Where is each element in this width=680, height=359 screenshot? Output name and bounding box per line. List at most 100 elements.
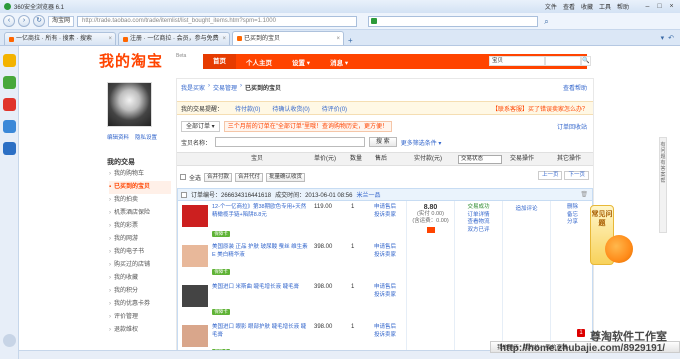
- nav-settings[interactable]: 设置 ▾: [282, 57, 320, 67]
- tab-list-icon[interactable]: ▾: [661, 34, 665, 42]
- refresh-icon[interactable]: ↻: [33, 15, 45, 27]
- search-icon[interactable]: ⌕: [541, 16, 552, 27]
- search-scope-select[interactable]: 宝贝: [489, 56, 545, 66]
- reminder-review[interactable]: 待评价(0): [322, 104, 347, 113]
- select-all-checkbox[interactable]: [180, 174, 186, 180]
- item-name-link[interactable]: 美国进口 眼影 眼部护肤 睫毛增长液 睫毛膏: [212, 324, 308, 339]
- item-name-link[interactable]: 美国原装 正品 护肤 玻尿酸 蚕丝 维生素E 美白精华液: [212, 244, 308, 259]
- breadcrumb-buyer[interactable]: 我是买家: [181, 83, 205, 92]
- apply-after-sale-link[interactable]: 申请售后: [374, 244, 398, 252]
- item-name-link[interactable]: 美国进口 米斯曲 睫毛增长液 睫毛膏: [212, 284, 308, 292]
- taobao-search-icon[interactable]: 🔍: [581, 56, 591, 66]
- tab-3-active[interactable]: 已买到的宝贝 ×: [232, 31, 344, 45]
- item-name-link[interactable]: 12-个一亿商拉》第38期欧色专用+天然精橄榄手链+陷阱8.8元: [212, 204, 308, 219]
- back-icon[interactable]: ‹: [3, 15, 15, 27]
- nav-messages[interactable]: 消息 ▾: [320, 57, 358, 67]
- menu-favorites[interactable]: 我的收藏: [109, 272, 171, 285]
- browser-search-input[interactable]: [368, 15, 539, 27]
- tab-close-icon[interactable]: ×: [108, 33, 112, 45]
- mascot-icon[interactable]: [605, 235, 633, 263]
- notification-count-badge[interactable]: 1: [577, 329, 585, 337]
- all-orders-dropdown[interactable]: 全部订单 ▾: [181, 120, 220, 132]
- mail-icon[interactable]: [3, 120, 16, 133]
- search-engine-icon[interactable]: [371, 18, 378, 24]
- menu-bought-items[interactable]: 已买到的宝贝: [109, 181, 171, 194]
- reminder-warning[interactable]: 【联系客服】买了错误卖家怎么办？: [492, 104, 593, 113]
- close-icon[interactable]: ×: [667, 3, 676, 10]
- new-tab-icon[interactable]: +: [348, 36, 353, 45]
- item-thumbnail[interactable]: [182, 285, 208, 307]
- menu-refunds[interactable]: 退款维权: [109, 324, 171, 337]
- weibo-icon[interactable]: [3, 98, 16, 111]
- reminder-unpaid[interactable]: 待付款(0): [235, 104, 260, 113]
- url-input[interactable]: http://trade.taobao.com/trade/itemlist/l…: [77, 15, 358, 27]
- favorites-star-icon[interactable]: [3, 54, 16, 67]
- user-icon[interactable]: [3, 142, 16, 155]
- delete-order-icon[interactable]: 🗑: [580, 191, 588, 198]
- nav-home[interactable]: 首页: [203, 54, 236, 69]
- share-link[interactable]: 分享: [551, 219, 594, 227]
- minimize-icon[interactable]: –: [643, 3, 652, 10]
- menu-shops[interactable]: 购买过的店铺: [109, 259, 171, 272]
- apply-after-sale-link[interactable]: 申请售后: [374, 204, 398, 212]
- order-checkbox[interactable]: [181, 191, 187, 198]
- seller-link[interactable]: 米兰一品: [356, 190, 380, 199]
- menu-reviews[interactable]: 评价管理: [109, 311, 171, 324]
- my-taobao-logo[interactable]: 我的淘宝: [99, 50, 163, 71]
- add-review-link[interactable]: 追加评论: [503, 204, 550, 212]
- forward-icon[interactable]: ›: [18, 15, 30, 27]
- menu-points[interactable]: 我的积分: [109, 285, 171, 298]
- tab-1[interactable]: 一亿商拉 · 所有 · 搜素 · 搜索 ×: [4, 32, 116, 45]
- trade-status-select[interactable]: 交易状态: [458, 155, 502, 164]
- merge-proxy-pay-button[interactable]: 合并代付: [235, 172, 264, 182]
- reminder-confirm[interactable]: 待确认收货(0): [272, 104, 309, 113]
- settings-gear-icon[interactable]: [3, 334, 16, 347]
- tab-close-icon[interactable]: ×: [222, 33, 226, 45]
- delete-link[interactable]: 删除: [551, 204, 594, 212]
- complain-seller-link[interactable]: 投诉卖家: [374, 292, 398, 300]
- privacy-link[interactable]: 隐私设置: [135, 133, 157, 141]
- memo-link[interactable]: 备忘: [551, 212, 594, 220]
- help-link[interactable]: 查看帮助: [563, 83, 587, 92]
- apply-after-sale-link[interactable]: 申请售后: [374, 324, 398, 332]
- tab-undo-icon[interactable]: ↶: [668, 34, 674, 42]
- complain-seller-link[interactable]: 投诉卖家: [374, 212, 398, 220]
- taobao-search-input[interactable]: [545, 56, 581, 66]
- item-thumbnail[interactable]: [182, 205, 208, 227]
- order-recycle-link[interactable]: 订单回收站: [557, 122, 587, 131]
- menu-tools[interactable]: 工具: [599, 2, 611, 11]
- apply-after-sale-link[interactable]: 申请售后: [374, 284, 398, 292]
- menu-favorites[interactable]: 收藏: [581, 2, 593, 11]
- breadcrumb-trade[interactable]: 交易管理: [213, 83, 237, 92]
- complain-seller-link[interactable]: 投诉卖家: [374, 252, 398, 260]
- nav-personal[interactable]: 个人主页: [236, 57, 282, 67]
- item-thumbnail[interactable]: [182, 245, 208, 267]
- history-notice[interactable]: 三个月前的订单在"全部订单"里哦！查询购物历史，更方便！: [223, 120, 392, 132]
- avatar[interactable]: [107, 82, 152, 127]
- menu-games[interactable]: 我的网游: [109, 233, 171, 246]
- menu-coupons[interactable]: 我的优惠卡券: [109, 298, 171, 311]
- menu-auction[interactable]: 我的拍卖: [109, 194, 171, 207]
- taobao-shortcut-button[interactable]: 淘宝网: [48, 15, 75, 27]
- item-search-button[interactable]: 搜 索: [369, 137, 397, 147]
- menu-ebooks[interactable]: 我的电子书: [109, 246, 171, 259]
- menu-file[interactable]: 文件: [545, 2, 557, 11]
- more-filters-link[interactable]: 更多筛选条件 ▾: [401, 138, 442, 147]
- app-icon[interactable]: [3, 76, 16, 89]
- menu-travel[interactable]: 机票酒店保险: [109, 207, 171, 220]
- menu-cart[interactable]: 我的购物车: [109, 168, 171, 181]
- faq-side-tab[interactable]: 有问题 有答案帮: [659, 137, 667, 233]
- order-detail-link[interactable]: 订单详情: [455, 212, 502, 220]
- maximize-icon[interactable]: □: [655, 3, 664, 10]
- menu-view[interactable]: 查看: [563, 2, 575, 11]
- merge-pay-button[interactable]: 合并付款: [204, 172, 233, 182]
- view-logistics-link[interactable]: 查看物流: [455, 219, 502, 227]
- item-thumbnail[interactable]: [182, 325, 208, 347]
- prev-page-button[interactable]: 上一页: [537, 171, 563, 180]
- next-page-button[interactable]: 下一页: [564, 171, 589, 180]
- item-name-input[interactable]: [215, 137, 366, 147]
- complain-seller-link[interactable]: 投诉卖家: [374, 332, 398, 340]
- tab-2[interactable]: 注册 · 一亿商拉 · 会员，参与免费 ×: [118, 32, 230, 45]
- edit-profile-link[interactable]: 编辑资料: [107, 133, 129, 141]
- menu-help[interactable]: 帮助: [617, 2, 629, 11]
